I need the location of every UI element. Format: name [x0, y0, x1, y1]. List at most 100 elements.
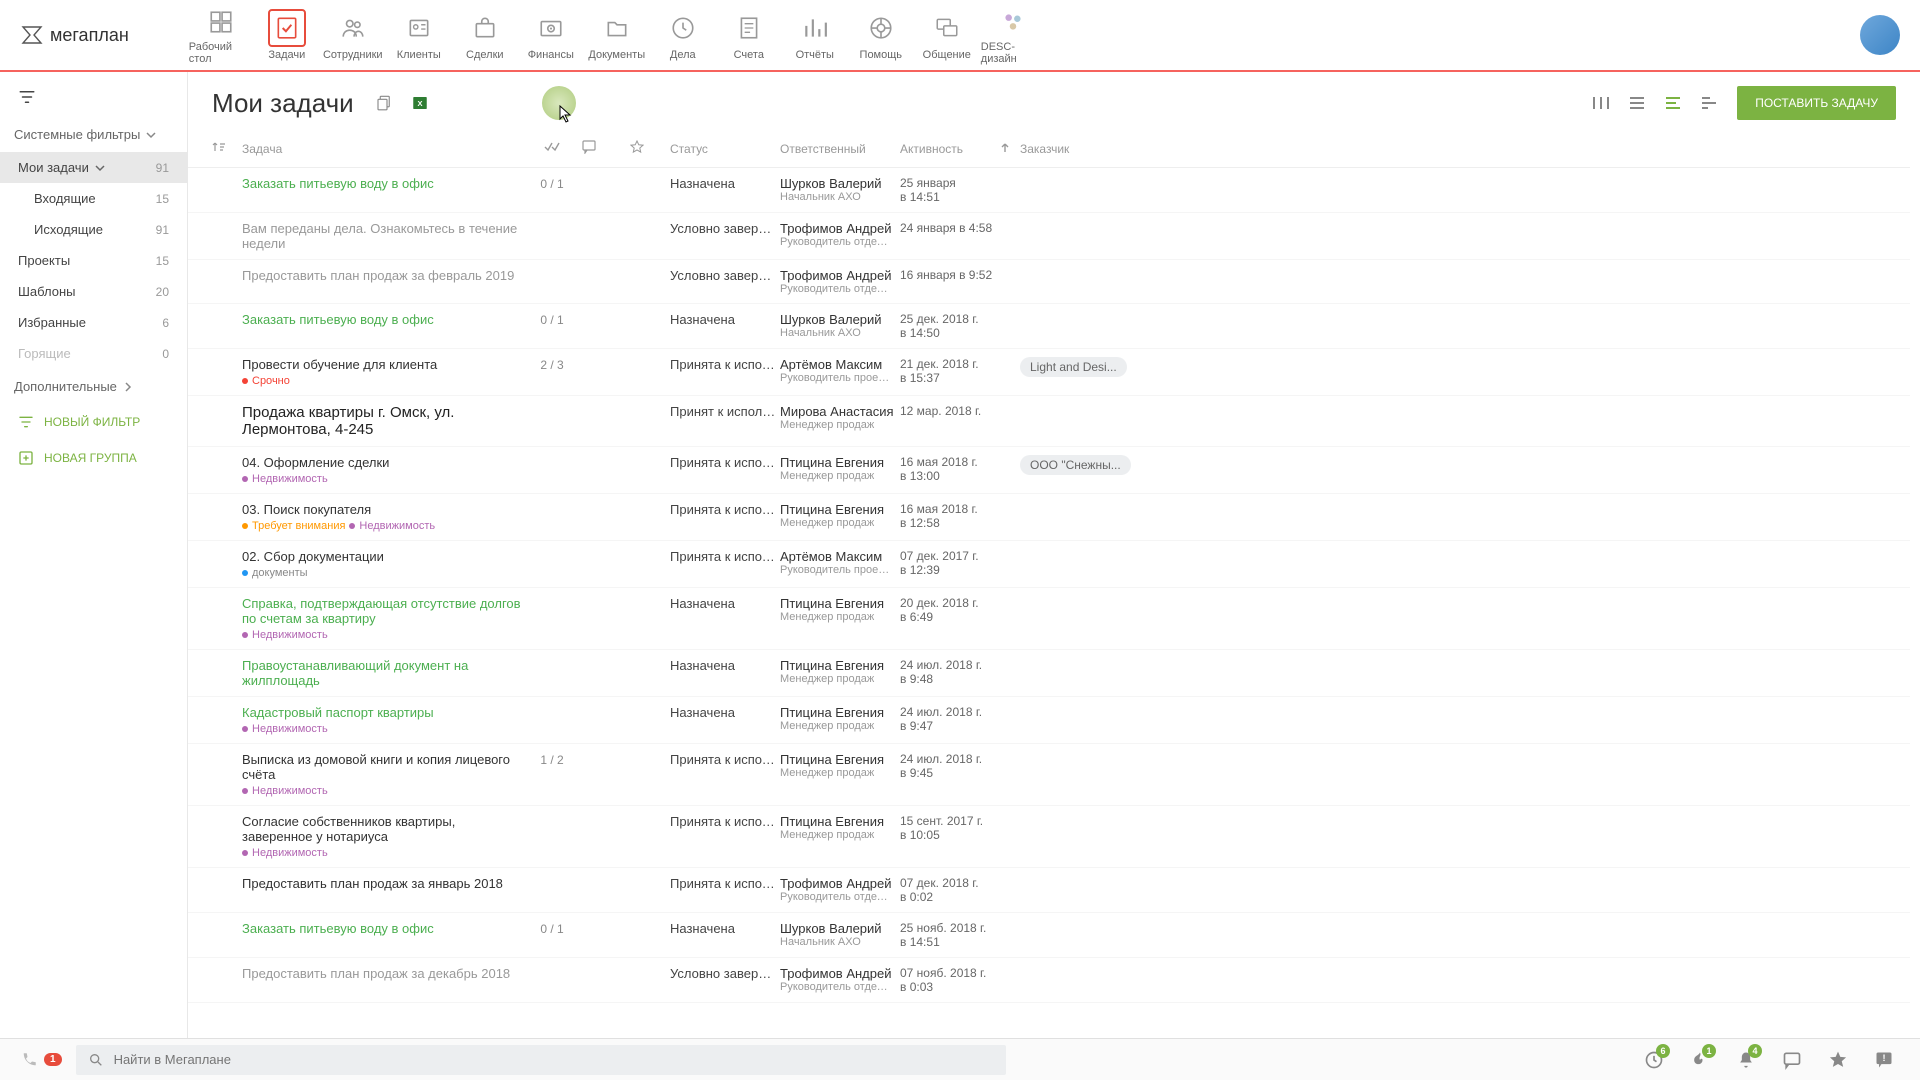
- task-title: 03. Поиск покупателя: [242, 502, 522, 517]
- header-responsible[interactable]: Ответственный: [780, 142, 900, 156]
- nav-label: Клиенты: [397, 49, 441, 61]
- bell-notifications[interactable]: 4: [1730, 1044, 1762, 1076]
- nav-документы[interactable]: Документы: [585, 5, 649, 65]
- task-row[interactable]: Выписка из домовой книги и копия лицевог…: [188, 744, 1910, 806]
- task-row[interactable]: 03. Поиск покупателяТребует внимания Нед…: [188, 494, 1910, 541]
- view-list[interactable]: [1623, 91, 1651, 115]
- customer-chip[interactable]: ООО "Снежны...: [1020, 455, 1131, 475]
- view-columns[interactable]: [1587, 91, 1615, 115]
- header-sort-arrow[interactable]: [1000, 142, 1020, 156]
- phone-button[interactable]: 1: [20, 1051, 62, 1069]
- new-group-button[interactable]: НОВАЯ ГРУППА: [0, 440, 187, 476]
- header-task[interactable]: Задача: [242, 142, 522, 156]
- task-tags: Недвижимость: [242, 785, 522, 797]
- task-row[interactable]: Предоставить план продаж за февраль 2019…: [188, 260, 1910, 304]
- nav-дела[interactable]: Дела: [651, 5, 715, 65]
- view-gantt[interactable]: [1695, 91, 1723, 115]
- logo[interactable]: мегаплан: [20, 23, 129, 47]
- task-progress: 0 / 1: [540, 177, 563, 191]
- sidebar-item[interactable]: Избранные6: [0, 307, 187, 338]
- view-list-compact[interactable]: [1659, 91, 1687, 115]
- search-input[interactable]: [114, 1052, 994, 1067]
- responsible-name: Артёмов Максим: [780, 549, 900, 564]
- sidebar-count: 91: [156, 223, 169, 237]
- sidebar-count: 15: [156, 254, 169, 268]
- activity-date: 25 нояб. 2018 г.: [900, 921, 1000, 935]
- content: Мои задачи X ПОСТАВИТЬ ЗАДАЧУ Задача: [188, 72, 1920, 1038]
- task-row[interactable]: Кадастровый паспорт квартирыНедвижимость…: [188, 697, 1910, 744]
- chat-icon[interactable]: [1776, 1044, 1808, 1076]
- task-row[interactable]: Заказать питьевую воду в офис 0 / 1 Назн…: [188, 913, 1910, 958]
- cursor-icon: [559, 105, 573, 123]
- phone-icon: [20, 1051, 38, 1069]
- activity-date: 24 июл. 2018 г.: [900, 705, 1000, 719]
- sidebar-item[interactable]: Шаблоны20: [0, 276, 187, 307]
- task-row[interactable]: Согласие собственников квартиры, заверен…: [188, 806, 1910, 868]
- fire-notifications[interactable]: 1: [1684, 1044, 1716, 1076]
- new-filter-button[interactable]: НОВЫЙ ФИЛЬТР: [0, 404, 187, 440]
- user-avatar[interactable]: [1860, 15, 1900, 55]
- nav-сотрудники[interactable]: Сотрудники: [321, 5, 385, 65]
- excel-export-icon[interactable]: X: [406, 89, 434, 117]
- responsible-role: Менеджер продаж: [780, 673, 890, 685]
- additional-header[interactable]: Дополнительные: [0, 369, 187, 404]
- sidebar-item[interactable]: Проекты15: [0, 245, 187, 276]
- task-status: Принята к испол...: [670, 502, 780, 517]
- nav-клиенты[interactable]: Клиенты: [387, 5, 451, 65]
- copy-icon[interactable]: [370, 89, 398, 117]
- task-row[interactable]: Провести обучение для клиентаСрочно 2 / …: [188, 349, 1910, 396]
- nav-помощь[interactable]: Помощь: [849, 5, 913, 65]
- top-nav: мегаплан Рабочий столЗадачиСотрудники Кли…: [0, 0, 1920, 72]
- customer-chip[interactable]: Light and Desi...: [1020, 357, 1127, 377]
- nav-счета[interactable]: Счета: [717, 5, 781, 65]
- task-row[interactable]: Предоставить план продаж за декабрь 2018…: [188, 958, 1910, 1003]
- nav-icon: [274, 15, 300, 41]
- task-row[interactable]: Заказать питьевую воду в офис 0 / 1 Назн…: [188, 168, 1910, 213]
- nav-общение[interactable]: Общение: [915, 5, 979, 65]
- clock-notifications[interactable]: 6: [1638, 1044, 1670, 1076]
- nav-отчёты[interactable]: Отчёты: [783, 5, 847, 65]
- responsible-role: Руководитель отдела п...: [780, 981, 890, 993]
- task-row[interactable]: Справка, подтверждающая отсутствие долго…: [188, 588, 1910, 650]
- task-row[interactable]: Заказать питьевую воду в офис 0 / 1 Назн…: [188, 304, 1910, 349]
- task-row[interactable]: Правоустанавливающий документ на жилплощ…: [188, 650, 1910, 697]
- nav-сделки[interactable]: Сделки: [453, 5, 517, 65]
- task-status: Условно заверше...: [670, 966, 780, 981]
- sidebar-item[interactable]: Входящие15: [0, 183, 187, 214]
- feedback-icon[interactable]: !: [1868, 1044, 1900, 1076]
- highlighted-action[interactable]: [542, 86, 576, 120]
- header-customer[interactable]: Заказчик: [1020, 142, 1180, 156]
- search-bar[interactable]: [76, 1045, 1006, 1075]
- header-activity[interactable]: Активность: [900, 142, 1000, 156]
- task-status: Условно заверше...: [670, 221, 780, 236]
- task-row[interactable]: 02. Сбор документациидокументы Принята к…: [188, 541, 1910, 588]
- nav-финансы[interactable]: Финансы: [519, 5, 583, 65]
- sidebar-label: Горящие: [18, 346, 71, 361]
- sidebar-item[interactable]: Исходящие91: [0, 214, 187, 245]
- activity-date: 25 января: [900, 176, 1000, 190]
- sidebar-item[interactable]: Горящие0: [0, 338, 187, 369]
- task-row[interactable]: Вам переданы дела. Ознакомьтесь в течени…: [188, 213, 1910, 260]
- responsible-name: Птицина Евгения: [780, 814, 900, 829]
- task-row[interactable]: Продажа квартиры г. Омск, ул. Лермонтова…: [188, 396, 1910, 447]
- responsible-role: Руководитель отдела п...: [780, 236, 890, 248]
- nav-рабочий стол[interactable]: Рабочий стол: [189, 5, 253, 65]
- sidebar-item[interactable]: Мои задачи91: [0, 152, 187, 183]
- star-icon[interactable]: [1822, 1044, 1854, 1076]
- system-filters-header[interactable]: Системные фильтры: [0, 117, 187, 152]
- header-star-icon[interactable]: [630, 140, 670, 157]
- nav-icon: [340, 15, 366, 41]
- sort-icon[interactable]: [212, 140, 242, 157]
- task-title: Заказать питьевую воду в офис: [242, 921, 522, 936]
- nav-задачи[interactable]: Задачи: [255, 5, 319, 65]
- nav-desc-дизайн[interactable]: DESC-дизайн: [981, 5, 1045, 65]
- filter-icon[interactable]: [0, 80, 187, 117]
- task-row[interactable]: Предоставить план продаж за январь 2018 …: [188, 868, 1910, 913]
- header-progress-icon[interactable]: [522, 141, 582, 156]
- task-status: Условно заверше...: [670, 268, 780, 283]
- header-status[interactable]: Статус: [670, 142, 780, 156]
- create-task-button[interactable]: ПОСТАВИТЬ ЗАДАЧУ: [1737, 86, 1896, 120]
- header-comment-icon[interactable]: [582, 140, 630, 157]
- task-row[interactable]: 04. Оформление сделкиНедвижимость Принят…: [188, 447, 1910, 494]
- nav-label: Дела: [670, 49, 696, 61]
